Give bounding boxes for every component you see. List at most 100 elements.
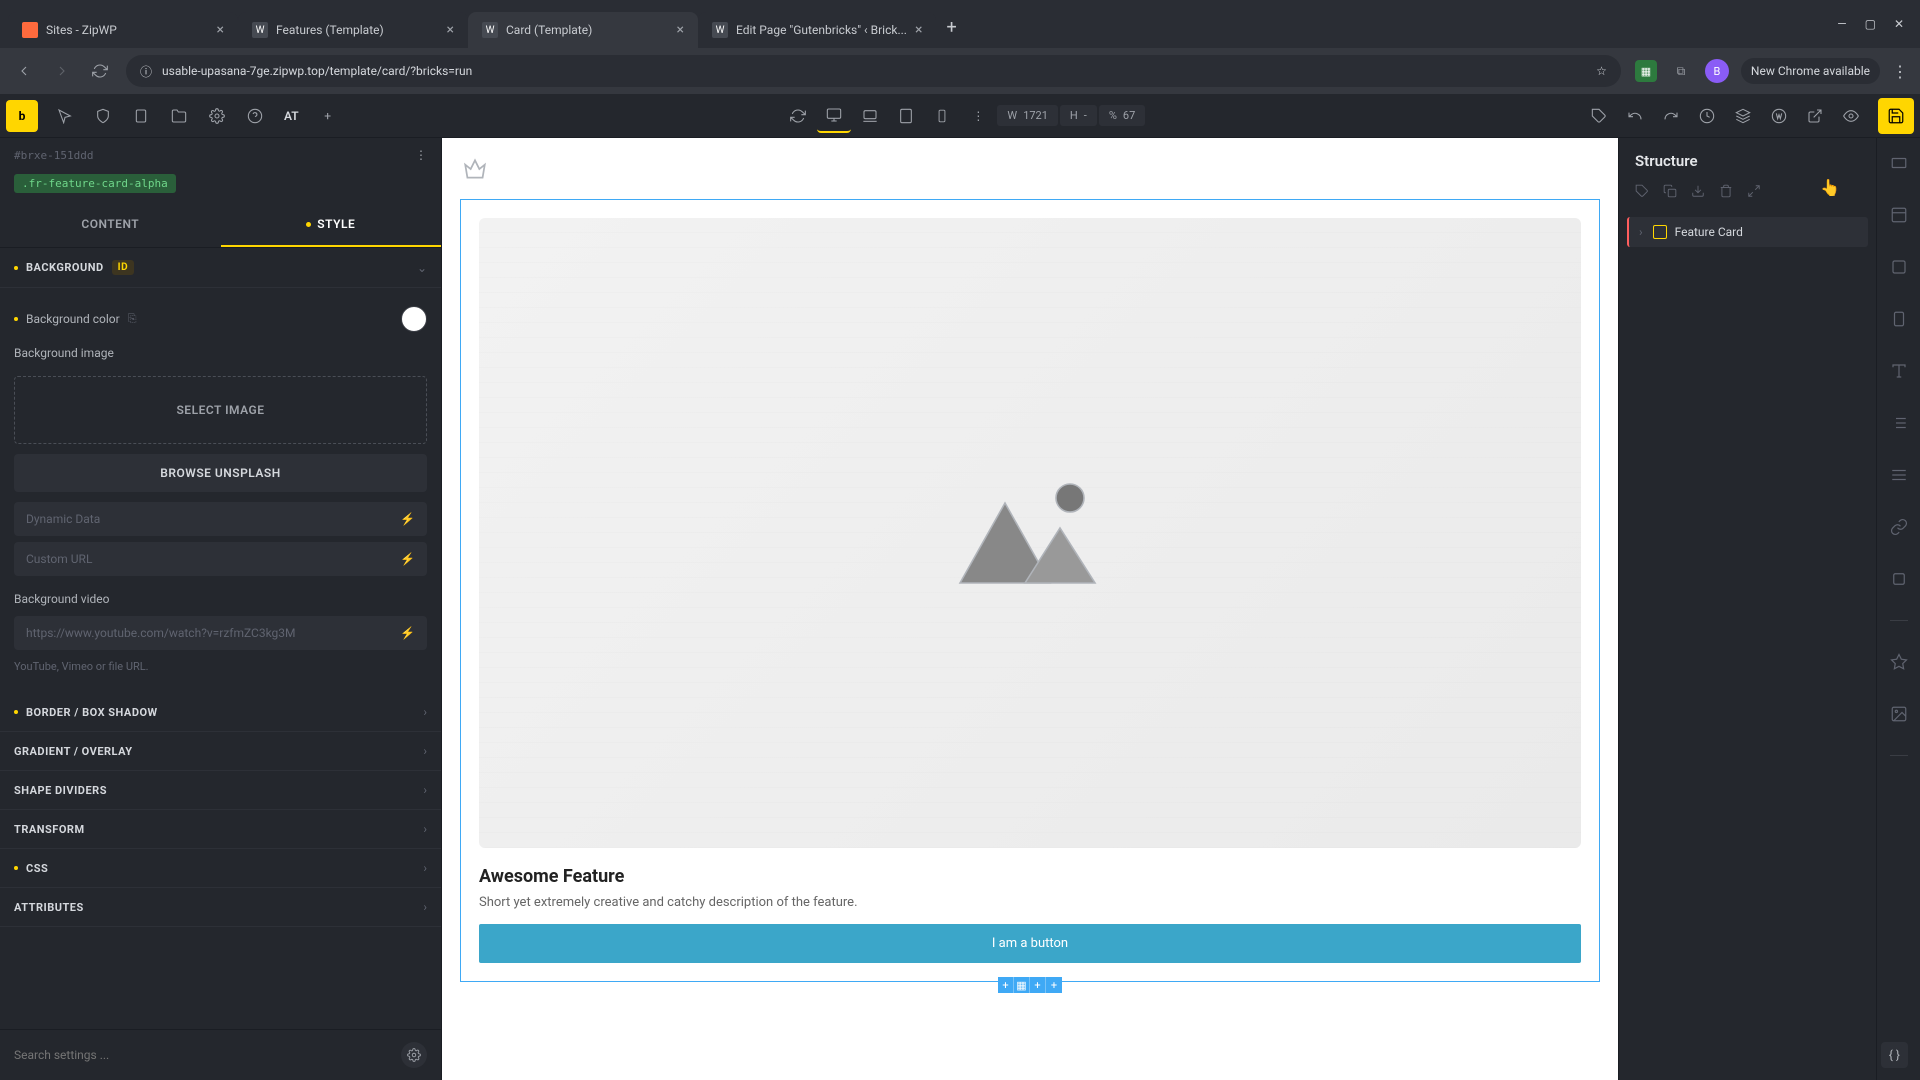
- link-icon[interactable]: [1888, 516, 1910, 538]
- cursor-tool-icon[interactable]: [48, 99, 82, 133]
- custom-url-input[interactable]: Custom URL ⚡: [14, 542, 427, 576]
- grid-icon[interactable]: ▦: [1014, 977, 1030, 993]
- width-input[interactable]: W1721: [997, 105, 1058, 126]
- revisions-icon[interactable]: [1690, 99, 1724, 133]
- wordpress-icon[interactable]: [1762, 99, 1796, 133]
- css-section-head[interactable]: CSS ›: [0, 849, 441, 888]
- expand-icon[interactable]: [1747, 184, 1761, 201]
- div-icon[interactable]: [1888, 308, 1910, 330]
- close-icon[interactable]: ×: [447, 22, 454, 38]
- bolt-icon[interactable]: ⚡: [400, 512, 415, 526]
- new-tab-button[interactable]: +: [936, 7, 966, 48]
- card-image-placeholder[interactable]: [479, 218, 1581, 848]
- site-info-icon[interactable]: ⓘ: [140, 63, 152, 80]
- browser-tab-3[interactable]: W Card (Template) ×: [468, 12, 698, 48]
- profile-avatar[interactable]: B: [1705, 59, 1729, 83]
- extensions-icon[interactable]: ⧉: [1669, 59, 1693, 83]
- bookmark-icon[interactable]: ☆: [1596, 64, 1607, 78]
- page-icon[interactable]: [124, 99, 158, 133]
- maximize-icon[interactable]: ▢: [1865, 17, 1876, 31]
- trash-icon[interactable]: [1719, 184, 1733, 201]
- preview-icon[interactable]: [1834, 99, 1868, 133]
- mobile-breakpoint-icon[interactable]: [925, 99, 959, 133]
- browse-unsplash-button[interactable]: BROWSE UNSPLASH: [14, 454, 427, 492]
- tag-icon[interactable]: [1635, 184, 1649, 201]
- url-input[interactable]: ⓘ usable-upasana-7ge.zipwp.top/template/…: [126, 55, 1621, 87]
- height-input[interactable]: H-: [1060, 105, 1097, 126]
- link-icon[interactable]: ⎘: [128, 312, 137, 326]
- reload-button[interactable]: [88, 59, 112, 83]
- container-icon[interactable]: [1888, 204, 1910, 226]
- browser-menu-icon[interactable]: ⋮: [1892, 62, 1908, 81]
- at-label[interactable]: AT: [276, 109, 307, 123]
- close-icon[interactable]: ×: [217, 22, 224, 38]
- content-tab[interactable]: CONTENT: [0, 203, 221, 247]
- back-button[interactable]: [12, 59, 36, 83]
- update-chrome-button[interactable]: New Chrome available: [1741, 58, 1880, 84]
- browser-tab-4[interactable]: W Edit Page "Gutenbricks" ‹ Brick... ×: [698, 12, 936, 48]
- add-icon-3[interactable]: +: [1046, 977, 1062, 993]
- section-icon[interactable]: [1888, 152, 1910, 174]
- close-icon[interactable]: ×: [677, 22, 684, 38]
- list-icon[interactable]: [1888, 412, 1910, 434]
- css-badge[interactable]: { }: [1881, 1042, 1908, 1068]
- forward-button[interactable]: [50, 59, 74, 83]
- element-menu-icon[interactable]: ⋮: [415, 148, 427, 162]
- element-id[interactable]: #brxe-151ddd: [14, 149, 93, 162]
- minimize-icon[interactable]: —: [1837, 17, 1846, 31]
- shield-icon[interactable]: [86, 99, 120, 133]
- feature-card-element[interactable]: Awesome Feature Short yet extremely crea…: [460, 199, 1600, 982]
- background-section-head[interactable]: BACKGROUNDID ⌄: [0, 248, 441, 288]
- square-icon[interactable]: [1888, 568, 1910, 590]
- block-icon[interactable]: [1888, 256, 1910, 278]
- extension-icon[interactable]: ▦: [1635, 60, 1657, 82]
- search-settings-input[interactable]: [14, 1048, 391, 1062]
- canvas[interactable]: Awesome Feature Short yet extremely crea…: [442, 138, 1618, 1080]
- dynamic-data-input[interactable]: Dynamic Data ⚡: [14, 502, 427, 536]
- settings-icon[interactable]: [200, 99, 234, 133]
- external-link-icon[interactable]: [1798, 99, 1832, 133]
- add-icon[interactable]: +: [998, 977, 1014, 993]
- close-icon[interactable]: ×: [915, 22, 922, 38]
- undo-icon[interactable]: [1618, 99, 1652, 133]
- browser-tab-1[interactable]: Sites - ZipWP ×: [8, 12, 238, 48]
- bolt-icon[interactable]: ⚡: [400, 626, 415, 640]
- text-icon[interactable]: [1888, 360, 1910, 382]
- card-title[interactable]: Awesome Feature: [479, 866, 1581, 887]
- class-icon[interactable]: [1582, 99, 1616, 133]
- add-icon-2[interactable]: +: [1030, 977, 1046, 993]
- laptop-breakpoint-icon[interactable]: [853, 99, 887, 133]
- tablet-breakpoint-icon[interactable]: [889, 99, 923, 133]
- layers-icon[interactable]: [1726, 99, 1760, 133]
- border-section-head[interactable]: BORDER / BOX SHADOW ›: [0, 693, 441, 732]
- bricks-logo[interactable]: b: [6, 100, 38, 132]
- image-icon[interactable]: [1888, 703, 1910, 725]
- structure-item-feature-card[interactable]: › Feature Card: [1627, 217, 1868, 247]
- breakpoint-menu-icon[interactable]: ⋮: [961, 99, 995, 133]
- transform-section-head[interactable]: TRANSFORM ›: [0, 810, 441, 849]
- bg-video-input[interactable]: https://www.youtube.com/watch?v=rzfmZC3k…: [14, 616, 427, 650]
- refresh-icon[interactable]: [781, 99, 815, 133]
- browser-tab-2[interactable]: W Features (Template) ×: [238, 12, 468, 48]
- desktop-breakpoint-icon[interactable]: [817, 99, 851, 133]
- menu-icon[interactable]: [1888, 464, 1910, 486]
- shape-section-head[interactable]: SHAPE DIVIDERS ›: [0, 771, 441, 810]
- chevron-right-icon[interactable]: ›: [1639, 225, 1643, 239]
- copy-icon[interactable]: [1663, 184, 1677, 201]
- star-icon[interactable]: [1888, 651, 1910, 673]
- gear-icon[interactable]: [401, 1042, 427, 1068]
- download-icon[interactable]: [1691, 184, 1705, 201]
- attributes-section-head[interactable]: ATTRIBUTES ›: [0, 888, 441, 927]
- select-image-button[interactable]: SELECT IMAGE: [14, 376, 427, 444]
- redo-icon[interactable]: [1654, 99, 1688, 133]
- bolt-icon[interactable]: ⚡: [400, 552, 415, 566]
- gradient-section-head[interactable]: GRADIENT / OVERLAY ›: [0, 732, 441, 771]
- add-element-icon[interactable]: +: [311, 99, 345, 133]
- save-button[interactable]: [1878, 98, 1914, 134]
- close-window-icon[interactable]: ✕: [1894, 17, 1904, 31]
- zoom-input[interactable]: %67: [1099, 105, 1145, 126]
- card-button[interactable]: I am a button: [479, 924, 1581, 963]
- color-swatch[interactable]: [401, 306, 427, 332]
- style-tab[interactable]: STYLE: [221, 203, 442, 247]
- help-icon[interactable]: [238, 99, 272, 133]
